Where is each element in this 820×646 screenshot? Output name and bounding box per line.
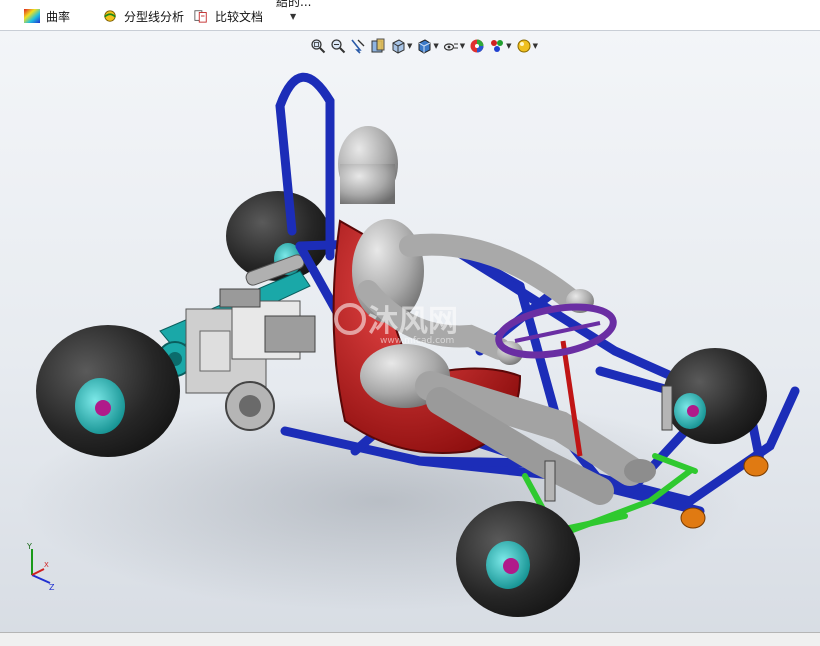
compare-documents-button[interactable]: 比较文档 (193, 7, 263, 25)
kart-model-view[interactable]: 沐风网 www.mfcad.com Y Z X (0, 31, 820, 632)
curvature-label: 曲率 (46, 9, 71, 24)
ribbon-dropdown-caret-icon[interactable]: ▼ (290, 12, 296, 21)
front-left-wheel (663, 348, 767, 444)
command-ribbon: 曲率 分型线分析 比较文档 結的... ▼ (0, 0, 820, 31)
curvature-icon (24, 9, 40, 23)
graphics-area[interactable]: ▼ ▼ ▼ ▼ ▼ 沐风网 www.mfcad.com Y Z X (0, 31, 820, 632)
curvature-button[interactable]: 曲率 (24, 7, 70, 25)
compare-documents-label: 比较文档 (215, 9, 264, 24)
compare-documents-icon (194, 10, 207, 23)
watermark-text: 沐风网 (368, 304, 458, 339)
triad-y-label: Y (26, 542, 32, 551)
ribbon-cutoff-label: 結的... (276, 0, 312, 9)
watermark-subtext: www.mfcad.com (380, 336, 454, 346)
triad-x-label: X (44, 561, 49, 569)
coordinate-triad: Y Z X (26, 542, 55, 592)
status-bar (0, 632, 820, 646)
front-right-wheel (456, 501, 580, 617)
rear-right-wheel (36, 325, 180, 457)
parting-line-analysis-button[interactable]: 分型线分析 (102, 7, 184, 25)
triad-z-label: Z (49, 583, 55, 592)
parting-line-analysis-icon (104, 10, 116, 22)
parting-line-analysis-label: 分型线分析 (124, 9, 185, 24)
